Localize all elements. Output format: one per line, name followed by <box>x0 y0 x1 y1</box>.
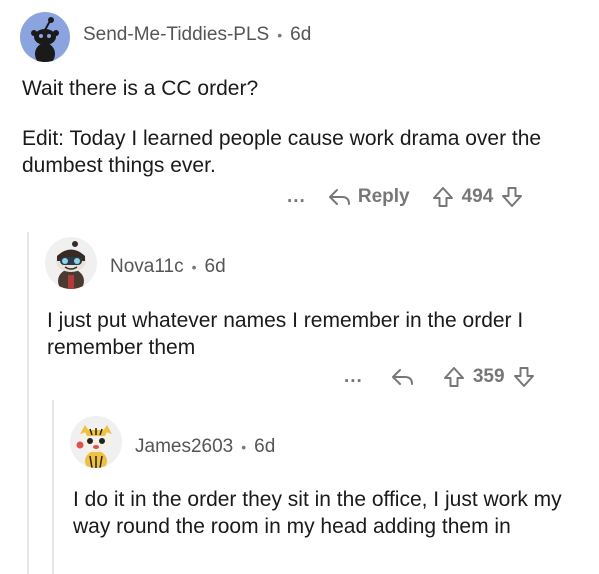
avatar-james2603[interactable] <box>70 416 122 468</box>
reply-arrow-icon <box>328 189 350 205</box>
avatar-nova11c[interactable] <box>45 237 97 289</box>
more-options-button[interactable]: ... <box>344 366 363 388</box>
separator-dot: • <box>191 259 197 275</box>
username[interactable]: Send-Me-Tiddies-PLS <box>83 24 269 46</box>
downvote-arrow-icon[interactable] <box>513 366 535 388</box>
username[interactable]: Nova11c <box>110 256 184 278</box>
reply-button[interactable]: Reply <box>328 186 410 208</box>
comment-text: Edit: Today I learned people cause work … <box>22 127 542 177</box>
comment-text: Wait there is a CC order? <box>22 77 259 100</box>
reply-label: Reply <box>357 186 410 207</box>
comment-meta: Nova11c • 6d <box>110 256 226 278</box>
comment-actions: ... 359 <box>344 366 535 388</box>
timestamp: 6d <box>290 24 312 45</box>
timestamp: 6d <box>254 436 276 457</box>
thread-line-2[interactable] <box>52 400 54 574</box>
comment-text: I just put whatever names I remember in … <box>47 309 524 359</box>
comment-text: I do it in the order they sit in the off… <box>73 488 562 538</box>
upvote-arrow-icon[interactable] <box>443 366 465 388</box>
username[interactable]: James2603 <box>135 436 233 458</box>
thread-line-1[interactable] <box>27 232 29 574</box>
separator-dot: • <box>277 27 283 43</box>
reply-arrow-icon[interactable] <box>391 367 415 387</box>
avatar-send-me[interactable] <box>20 12 70 62</box>
snoo-helmet-icon <box>56 241 86 289</box>
snoo-tiger-icon <box>76 425 112 468</box>
comment-meta: James2603 • 6d <box>135 436 275 458</box>
snoo-default-icon <box>31 17 59 62</box>
comment-actions: ... Reply 494 <box>287 186 523 208</box>
vote-score: 359 <box>472 366 505 387</box>
separator-dot: • <box>241 439 247 455</box>
more-options-button[interactable]: ... <box>287 186 306 208</box>
vote-score: 494 <box>461 186 494 207</box>
timestamp: 6d <box>204 256 226 277</box>
comment-meta: Send-Me-Tiddies-PLS • 6d <box>83 24 311 46</box>
upvote-arrow-icon[interactable] <box>432 186 454 208</box>
downvote-arrow-icon[interactable] <box>501 186 523 208</box>
